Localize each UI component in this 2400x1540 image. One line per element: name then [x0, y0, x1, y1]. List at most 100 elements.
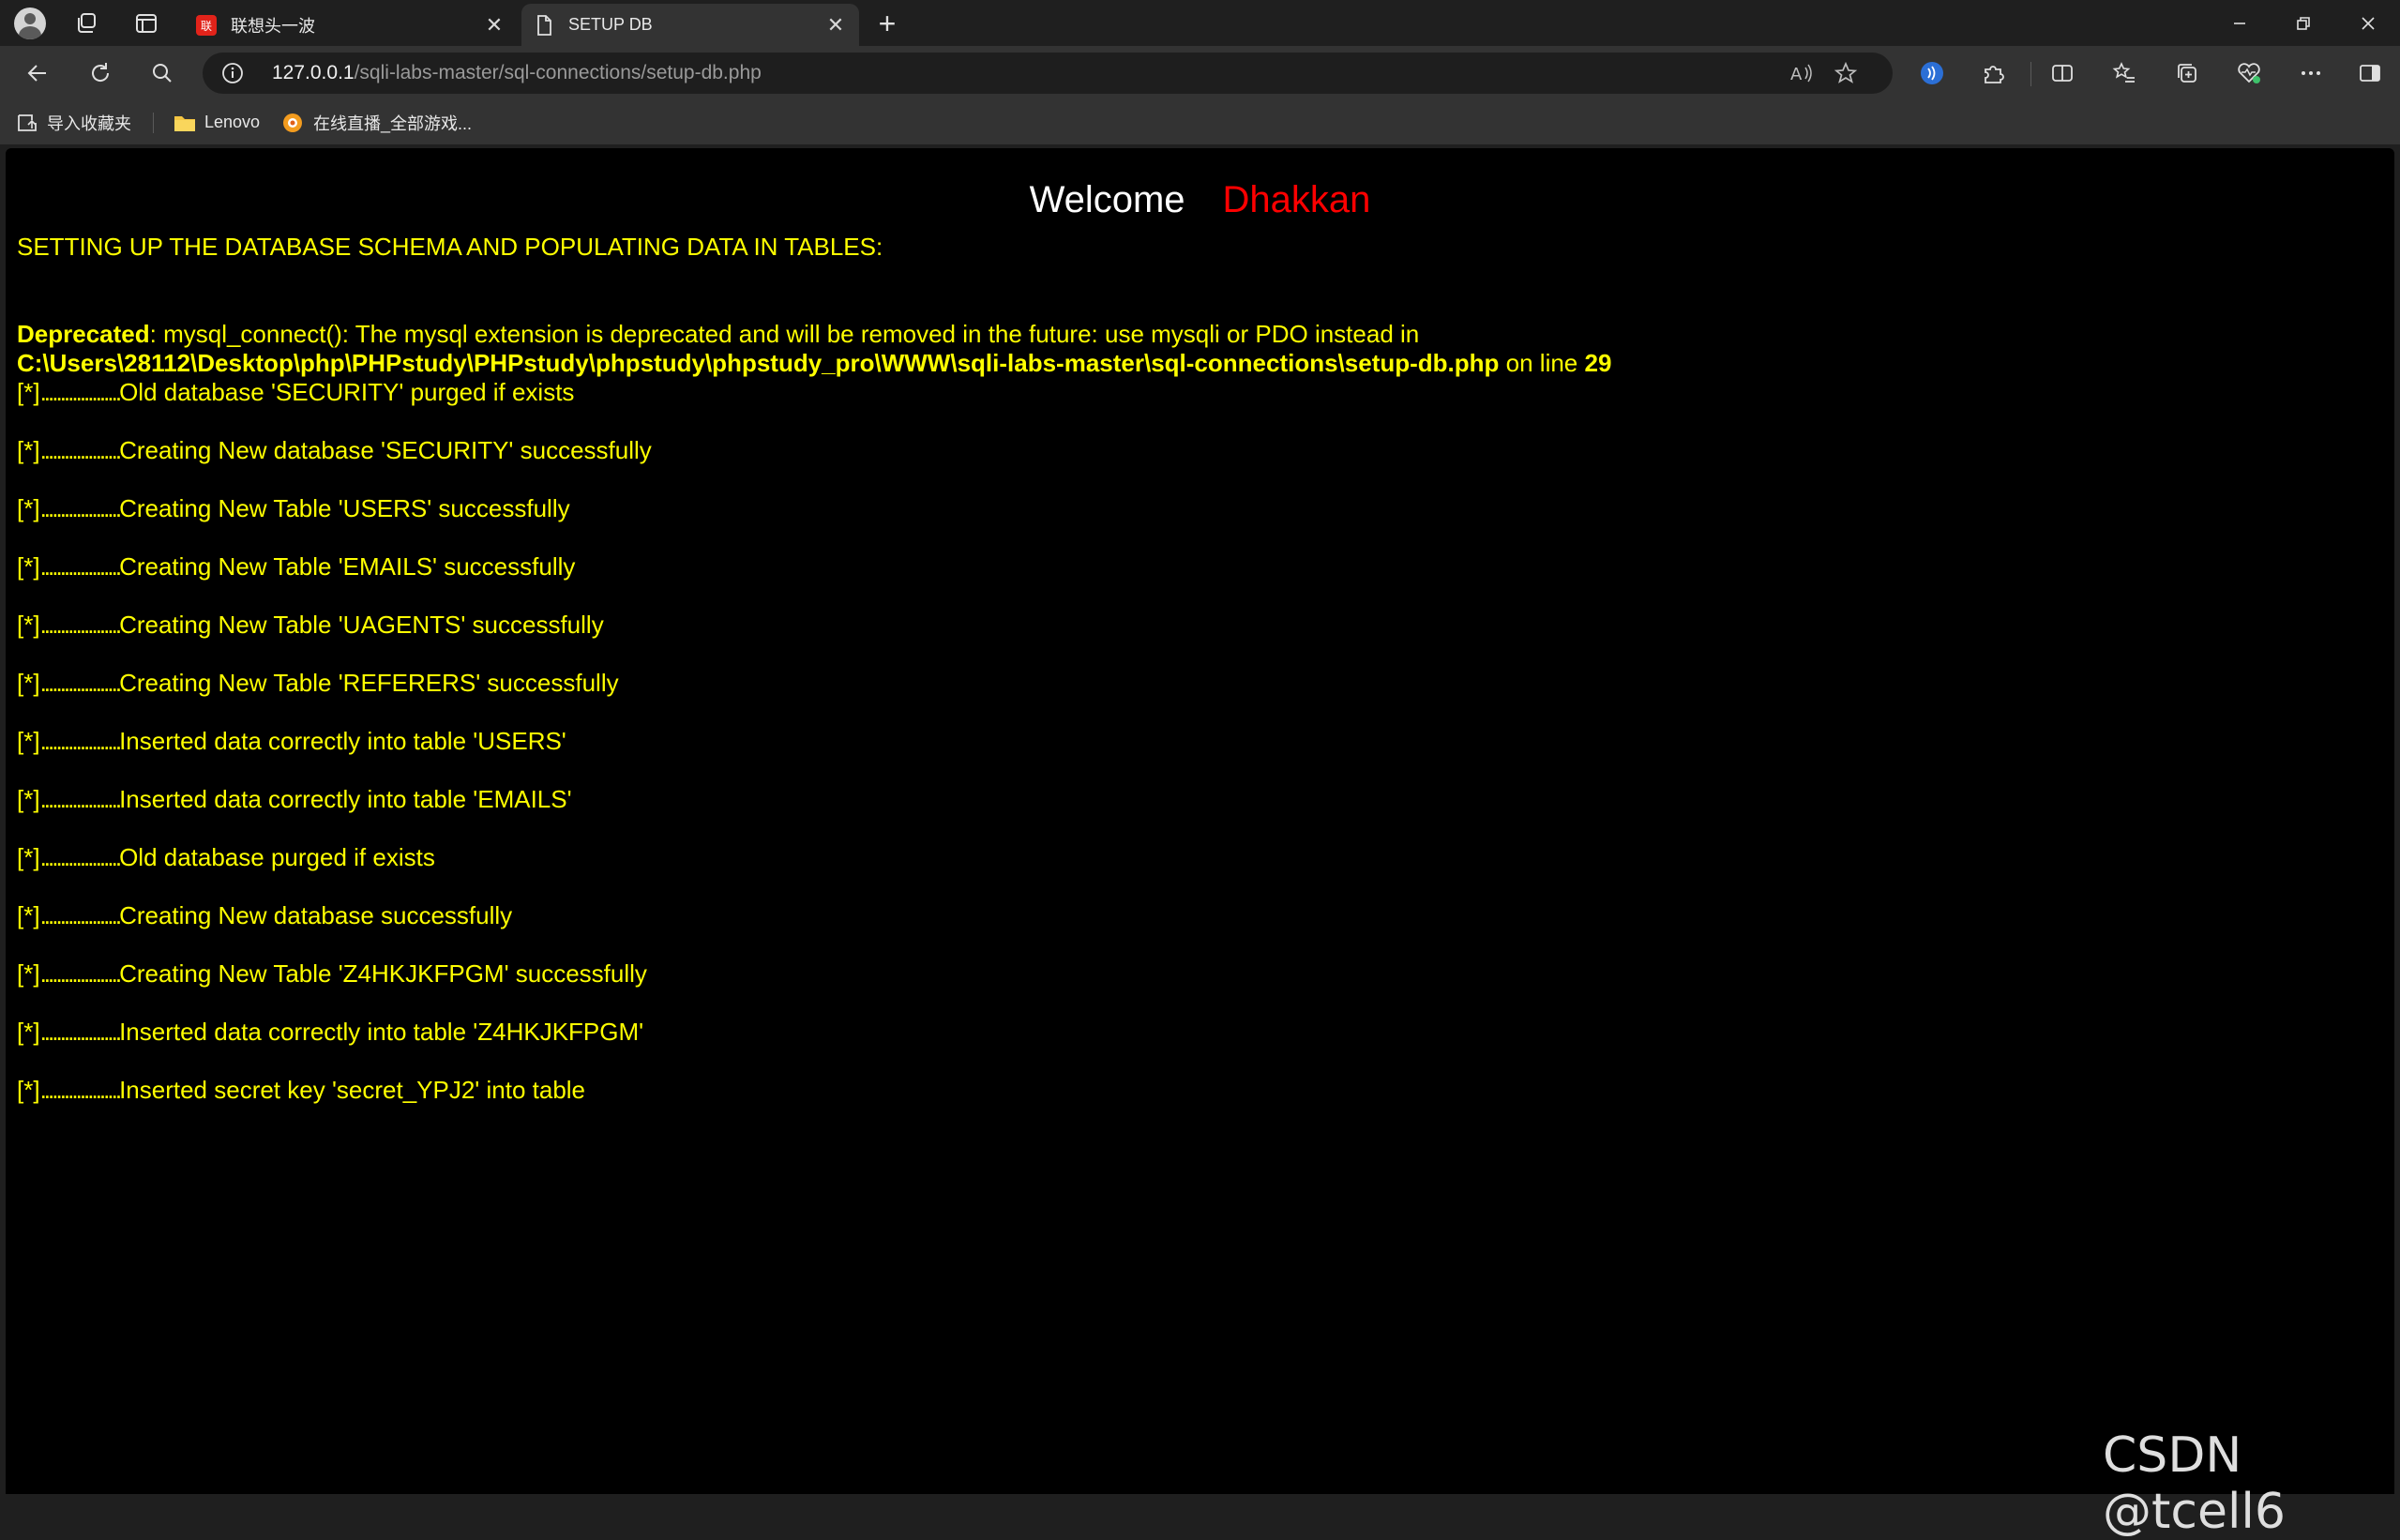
log-dots: ....................	[39, 552, 123, 581]
back-button[interactable]	[19, 54, 56, 92]
browser-essentials-button[interactable]	[2230, 54, 2268, 92]
log-text: Old database 'SECURITY' purged if exists	[119, 378, 575, 406]
extensions-button[interactable]	[1974, 54, 2012, 92]
log-dots: ....................	[39, 901, 123, 929]
watermark: CSDN @tcell6	[2103, 1427, 2286, 1540]
log-prefix: [*]	[17, 436, 40, 464]
log-text: Inserted secret key 'secret_YPJ2' into t…	[119, 1076, 586, 1104]
log-prefix: [*]	[17, 727, 40, 755]
bookmark-lenovo[interactable]: Lenovo	[173, 100, 260, 144]
log-prefix: [*]	[17, 1018, 40, 1046]
log-dots: ....................	[39, 436, 123, 464]
tab-strip: 联 联想头一波 ✕ SETUP DB ✕ +	[0, 0, 2400, 46]
tab-close-icon[interactable]: ✕	[482, 13, 506, 38]
log-dots: ....................	[39, 669, 123, 697]
split-screen-button[interactable]	[2044, 54, 2081, 92]
close-window-button[interactable]	[2336, 0, 2400, 46]
log-text: Inserted data correctly into table 'EMAI…	[119, 785, 572, 813]
log-text: Creating New Table 'REFERERS' successful…	[119, 669, 619, 697]
minimize-button[interactable]	[2208, 0, 2272, 46]
log-line: [*]....................Creating New Tabl…	[17, 611, 2362, 640]
log-line: [*]....................Creating New data…	[17, 436, 2362, 465]
search-button[interactable]	[143, 54, 181, 92]
log-line: [*]....................Inserted data cor…	[17, 785, 2362, 814]
favorites-button[interactable]	[2106, 54, 2143, 92]
refresh-icon	[92, 63, 110, 82]
svg-text:A: A	[1790, 65, 1803, 84]
welcome-name: Dhakkan	[1222, 179, 1371, 220]
favorite-star-button[interactable]	[1832, 60, 1860, 86]
log-text: Creating New Table 'Z4HKJKFPGM' successf…	[119, 959, 647, 988]
bookmark-import[interactable]: 导入收藏夹	[15, 100, 131, 144]
site-info-icon[interactable]	[221, 62, 244, 84]
bookmark-label: 在线直播_全部游戏...	[313, 113, 473, 133]
log-line: [*]....................Creating New Tabl…	[17, 494, 2362, 523]
log-list: [*]....................Old database 'SEC…	[17, 378, 2362, 1105]
tab-lenovo[interactable]: 联 联想头一波 ✕	[184, 4, 518, 46]
tab-title: 联想头一波	[231, 16, 315, 36]
collections-button[interactable]	[2168, 54, 2206, 92]
svg-text:联: 联	[201, 20, 212, 33]
new-tab-button[interactable]: +	[868, 6, 906, 41]
extension-button-blue[interactable]	[1913, 54, 1951, 92]
restore-button[interactable]	[2272, 0, 2335, 46]
deprecated-label: Deprecated	[17, 320, 150, 348]
log-prefix: [*]	[17, 785, 40, 813]
tab-setup-db[interactable]: SETUP DB ✕	[521, 4, 859, 46]
setup-output: SETTING UP THE DATABASE SCHEMA AND POPUL…	[17, 233, 2362, 1105]
log-prefix: [*]	[17, 494, 40, 522]
address-bar[interactable]: 127.0.0.1/sqli-labs-master/sql-connectio…	[203, 53, 1893, 94]
log-prefix: [*]	[17, 959, 40, 988]
log-text: Old database purged if exists	[119, 843, 435, 871]
log-text: Creating New Table 'UAGENTS' successfull…	[119, 611, 604, 639]
more-dots-icon	[2302, 71, 2320, 75]
read-aloud-icon: A	[1790, 64, 1812, 84]
profile-button[interactable]	[11, 6, 49, 41]
workspaces-icon	[78, 13, 96, 33]
log-line: [*]....................Inserted data cor…	[17, 1018, 2362, 1047]
avatar	[14, 8, 46, 39]
vertical-tabs-button[interactable]	[128, 6, 165, 41]
star-icon	[1834, 61, 1858, 83]
tab-close-icon[interactable]: ✕	[823, 13, 848, 38]
log-prefix: [*]	[17, 669, 40, 697]
refresh-button[interactable]	[82, 54, 119, 92]
workspaces-button[interactable]	[68, 6, 105, 41]
sidebar-toggle-button[interactable]	[2351, 54, 2389, 92]
log-dots: ....................	[39, 378, 123, 406]
bookmark-separator	[153, 113, 154, 133]
log-line: [*]....................Inserted data cor…	[17, 727, 2362, 756]
deprecated-online: on line	[1499, 349, 1585, 377]
welcome-banner: Welcome Dhakkan	[6, 176, 2394, 223]
log-text: Creating New Table 'EMAILS' successfully	[119, 552, 576, 581]
log-prefix: [*]	[17, 901, 40, 929]
log-line: [*]....................Old database purg…	[17, 843, 2362, 872]
deprecated-line: 29	[1584, 349, 1612, 377]
log-line: [*]....................Old database 'SEC…	[17, 378, 2362, 407]
url-text[interactable]: 127.0.0.1/sqli-labs-master/sql-connectio…	[272, 53, 762, 94]
log-dots: ....................	[39, 959, 123, 988]
deprecated-path: C:\Users\28112\Desktop\php\PHPstudy\PHPs…	[17, 349, 1500, 377]
lenovo-favicon-icon: 联	[196, 14, 217, 36]
folder-icon	[174, 115, 195, 131]
toolbar-separator	[2030, 62, 2031, 86]
page-viewport: Welcome Dhakkan SETTING UP THE DATABASE S…	[6, 148, 2394, 1494]
setup-heading: SETTING UP THE DATABASE SCHEMA AND POPUL…	[17, 233, 883, 261]
search-icon	[153, 64, 172, 83]
log-line: [*]....................Creating New Tabl…	[17, 552, 2362, 581]
log-text: Creating New database successfully	[119, 901, 513, 929]
url-path: /sqli-labs-master/sql-connections/setup-…	[354, 62, 762, 83]
log-line: [*]....................Creating New Tabl…	[17, 959, 2362, 989]
puzzle-icon	[1985, 66, 2004, 83]
settings-more-button[interactable]	[2292, 54, 2330, 92]
log-prefix: [*]	[17, 378, 40, 406]
log-prefix: [*]	[17, 552, 40, 581]
log-dots: ....................	[39, 785, 123, 813]
log-line: [*]....................Inserted secret k…	[17, 1076, 2362, 1105]
log-dots: ....................	[39, 1018, 123, 1046]
tab-actions-icon	[136, 14, 157, 33]
read-aloud-button[interactable]: A	[1788, 60, 1816, 86]
bookmark-live-stream[interactable]: 在线直播_全部游戏...	[281, 100, 472, 144]
restore-icon	[2297, 16, 2310, 30]
log-dots: ....................	[39, 611, 123, 639]
